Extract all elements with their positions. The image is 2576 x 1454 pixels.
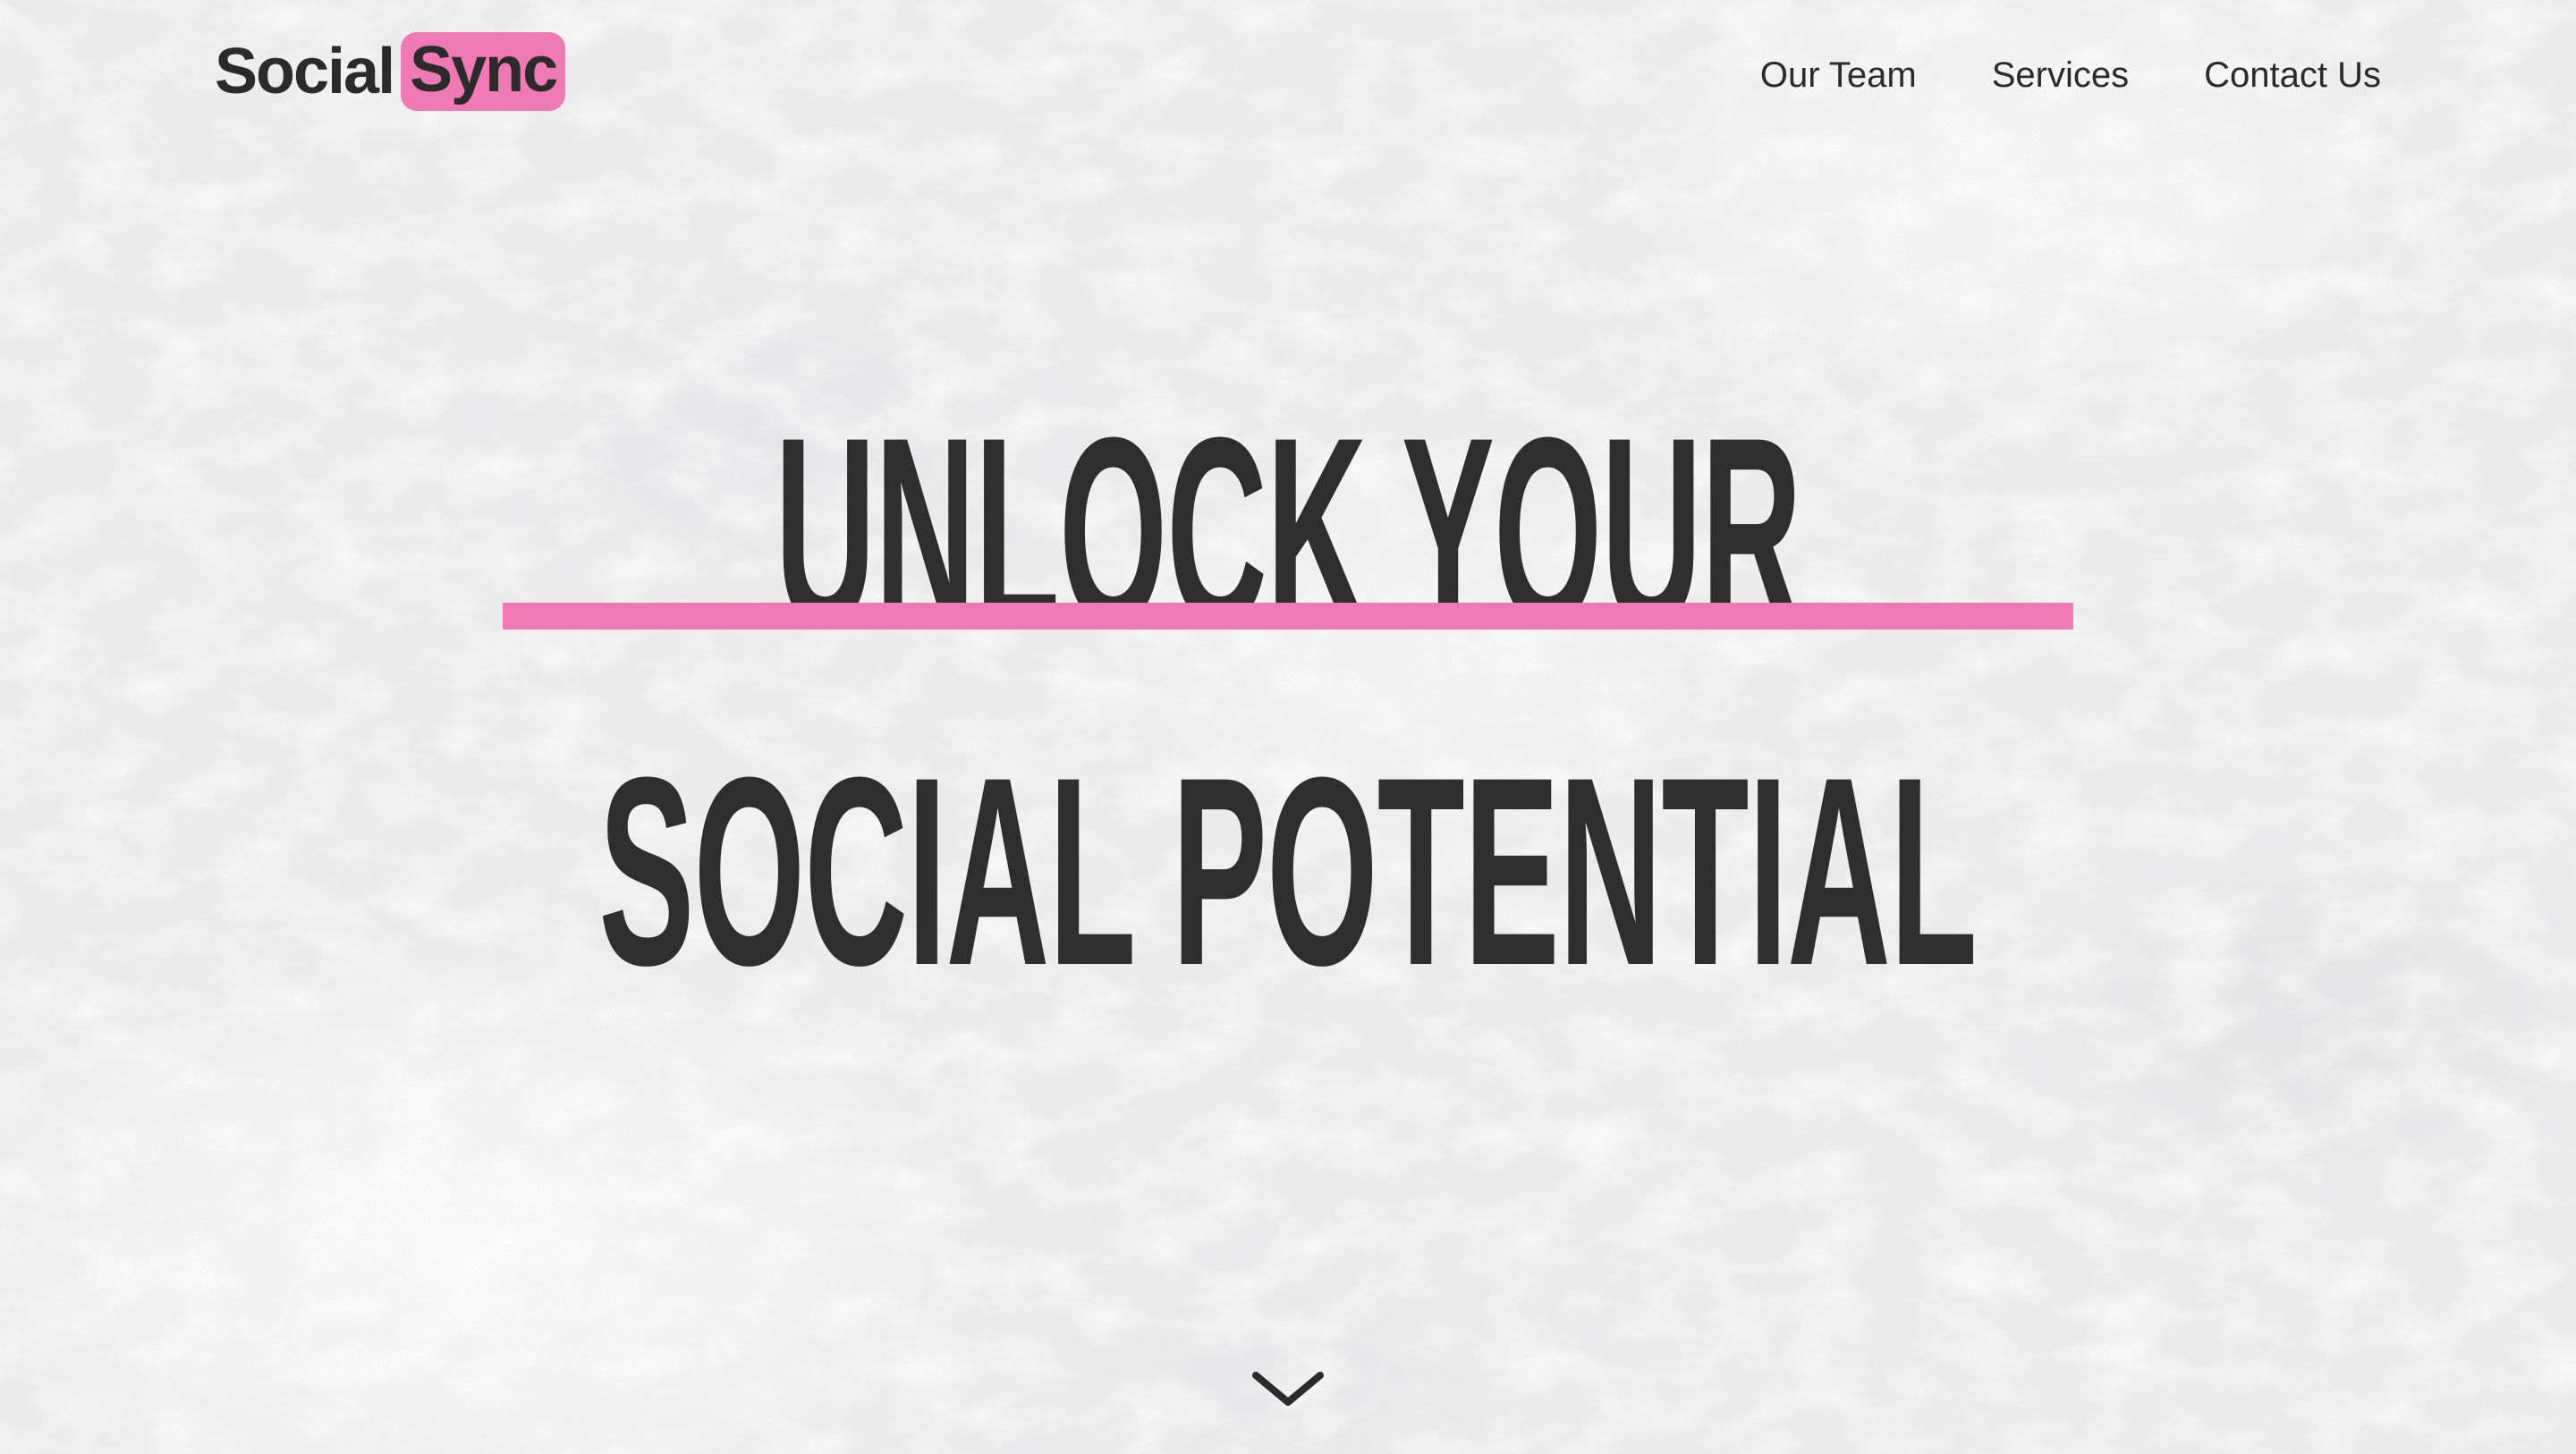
main-nav: Our Team Services Contact Us (1760, 52, 2381, 98)
logo-word: Social (215, 36, 395, 107)
nav-link-contact-us[interactable]: Contact Us (2204, 52, 2381, 98)
site-header: Social Sync Our Team Services Contact Us (0, 0, 2576, 152)
hero-headline-line-2-wrap: SOCIAL POTENTIAL (0, 737, 2576, 1032)
nav-link-services[interactable]: Services (1992, 52, 2129, 98)
hero-headline-line-2: SOCIAL POTENTIAL (0, 737, 2576, 1005)
hero-headline-line-2-text: SOCIAL POTENTIAL (598, 721, 1978, 1021)
chevron-down-icon[interactable] (1250, 1368, 1326, 1413)
logo-highlight-pill: Sync (401, 32, 566, 111)
logo[interactable]: Social Sync (215, 32, 566, 111)
nav-link-our-team[interactable]: Our Team (1760, 52, 1917, 98)
hero-section: UNLOCK YOUR SOCIAL POTENTIAL (0, 393, 2576, 1032)
headline-accent-underline (503, 603, 2073, 630)
